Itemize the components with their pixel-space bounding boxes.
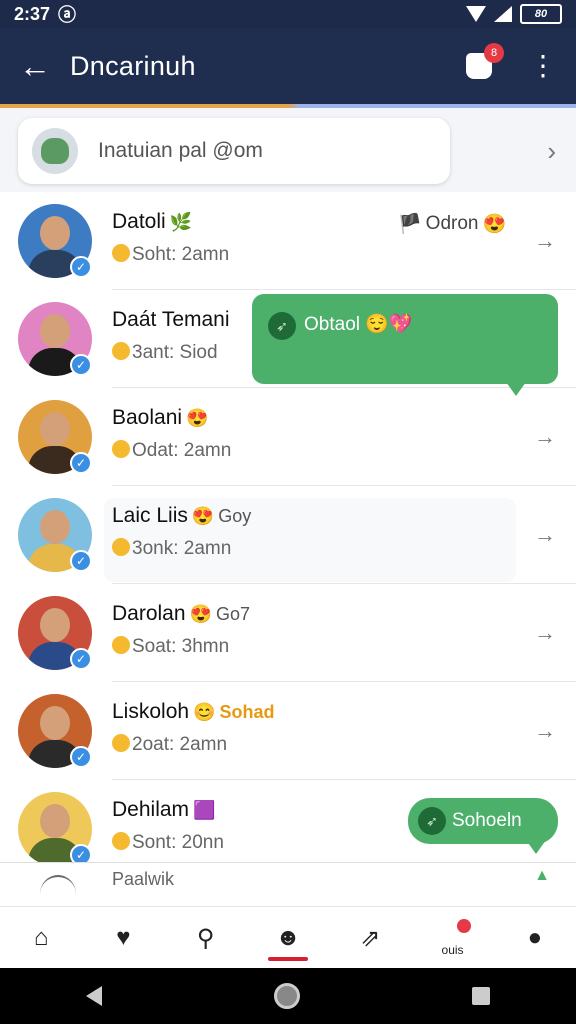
status-dot-icon — [112, 440, 130, 458]
heart-eyes-icon: 😍 — [482, 214, 507, 235]
leaf-icon: ➶ — [418, 807, 446, 835]
more-options-icon[interactable]: ⋮ — [528, 52, 558, 80]
page-title: Dncarinuh — [70, 50, 196, 81]
chevron-right-icon[interactable]: › — [547, 136, 556, 167]
app-bar: ← Dncarinuh 8 ⋮ — [0, 28, 576, 108]
status-dot-icon — [112, 832, 130, 850]
leaf-icon: ➶ — [268, 312, 296, 340]
verified-icon: ✓ — [70, 550, 92, 572]
contact-extra: Sohad — [219, 702, 275, 722]
invite-row: Inatuian pal @om › — [0, 116, 576, 192]
contact-name: Liskoloh — [112, 700, 190, 723]
verified-icon: ✓ — [70, 648, 92, 670]
contact-emoji: 🟪 — [193, 800, 216, 820]
wifi-icon — [466, 6, 486, 22]
contact-name: Datoli — [112, 210, 166, 233]
invite-avatar — [32, 128, 78, 174]
notifications-label: ouis — [441, 943, 464, 957]
contact-status: 2oat: 2amn — [132, 734, 228, 755]
battery-icon: 80 — [520, 4, 562, 24]
contact-emoji: 😊 — [193, 702, 216, 722]
message-bubble-text: Sohoeln — [452, 810, 522, 831]
partial-list-item[interactable]: Paalwik ▲ — [0, 862, 576, 907]
contact-list: ✓ Datoli 🌿 Soht: 2amn 🏴 Odron 😍 → ✓ Daát Te… — [0, 192, 576, 906]
back-arrow-icon[interactable]: ← — [0, 48, 70, 85]
system-navigation — [0, 968, 576, 1024]
contact-status: 3ant: Siod — [132, 342, 218, 363]
app-bar-accent — [0, 104, 576, 108]
info-icon[interactable]: ● — [505, 913, 565, 963]
contact-emoji: 😍 — [191, 506, 215, 526]
notification-badge: 8 — [484, 43, 504, 63]
list-item[interactable]: ✓ Datoli 🌿 Soht: 2amn 🏴 Odron 😍 → — [0, 192, 576, 290]
contact-name: Daát Temani — [112, 308, 230, 331]
pirate-icon: 🏴 — [398, 214, 422, 235]
community-icon[interactable]: ☻ — [258, 913, 318, 963]
invite-card[interactable]: Inatuian pal @om — [18, 118, 450, 184]
status-dot-icon — [112, 244, 130, 262]
verified-icon: ✓ — [70, 452, 92, 474]
contact-extra: Goy — [218, 506, 252, 526]
system-back-icon[interactable] — [86, 986, 102, 1006]
leaf-icon: ▲ — [534, 867, 550, 884]
contact-name: Baolani — [112, 406, 183, 429]
message-bubble[interactable]: ➶ Obtaol 😌💖 — [252, 294, 558, 396]
message-bubble-text: Obtaol 😌💖 — [304, 314, 413, 335]
status-dot-icon — [112, 734, 130, 752]
contact-status: Soat: 3hmn — [132, 636, 230, 657]
status-dot-icon — [112, 342, 130, 360]
contact-emoji: 😍 — [189, 604, 212, 624]
message-bubble[interactable]: ➶ Sohoeln — [408, 798, 558, 854]
notification-indicator-icon: ⓐ — [58, 5, 77, 25]
contact-extra: Go7 — [215, 604, 250, 624]
nav-badge — [456, 919, 471, 933]
heart-icon[interactable]: ♥ — [93, 913, 153, 963]
contact-status: 3onk: 2amn — [132, 538, 232, 559]
home-icon[interactable]: ⌂ — [11, 913, 71, 963]
contact-emoji: 😍 — [186, 408, 209, 428]
search-icon[interactable]: ⚲ — [176, 913, 236, 963]
contact-status: Odat: 2amn — [132, 440, 232, 461]
bottom-navigation: ⌂ ♥ ⚲ ☻ ⇗ ouis ● — [0, 906, 576, 969]
forward-arrow-icon[interactable]: → — [534, 228, 556, 254]
invite-text: Inatuian pal @om — [98, 139, 263, 162]
list-item[interactable]: ✓ Liskoloh 😊 Sohad 2oat: 2amn → — [0, 682, 576, 780]
list-item[interactable]: ✓ Laic Liis 😍 Goy 3onk: 2amn → — [0, 486, 576, 584]
notifications-icon[interactable]: ouis — [423, 913, 483, 963]
list-item[interactable]: ✓ Darolan 😍 Go7 Soat: 3hmn → — [0, 584, 576, 682]
contact-name: Darolan — [112, 602, 186, 625]
contact-emoji: 🌿 — [169, 212, 193, 232]
contact-status: Soht: 2amn — [132, 244, 230, 265]
forward-arrow-icon[interactable]: → — [534, 620, 556, 646]
contact-name: Paalwik — [112, 869, 175, 889]
system-recents-icon[interactable] — [472, 987, 490, 1005]
contact-status: Sont: 20nn — [132, 832, 224, 853]
status-bar: 2:37 ⓐ 80 — [0, 0, 576, 28]
contact-name: Laic Liis — [112, 504, 188, 527]
contact-right-label: Odron — [425, 213, 479, 234]
status-dot-icon — [112, 636, 130, 654]
forward-arrow-icon[interactable]: → — [534, 522, 556, 548]
status-time: 2:37 — [14, 3, 51, 24]
forward-arrow-icon[interactable]: → — [534, 424, 556, 450]
verified-icon: ✓ — [70, 746, 92, 768]
system-home-icon[interactable] — [274, 983, 300, 1009]
share-icon[interactable]: ⇗ — [340, 913, 400, 963]
forward-arrow-icon[interactable]: → — [534, 718, 556, 744]
notifications-button[interactable]: 8 — [466, 43, 504, 79]
verified-icon: ✓ — [70, 256, 92, 278]
list-item[interactable]: ✓ Baolani 😍 Odat: 2amn → — [0, 388, 576, 486]
verified-icon: ✓ — [70, 354, 92, 376]
status-dot-icon — [112, 538, 130, 556]
contact-name: Dehilam — [112, 798, 190, 821]
signal-icon — [494, 6, 512, 22]
